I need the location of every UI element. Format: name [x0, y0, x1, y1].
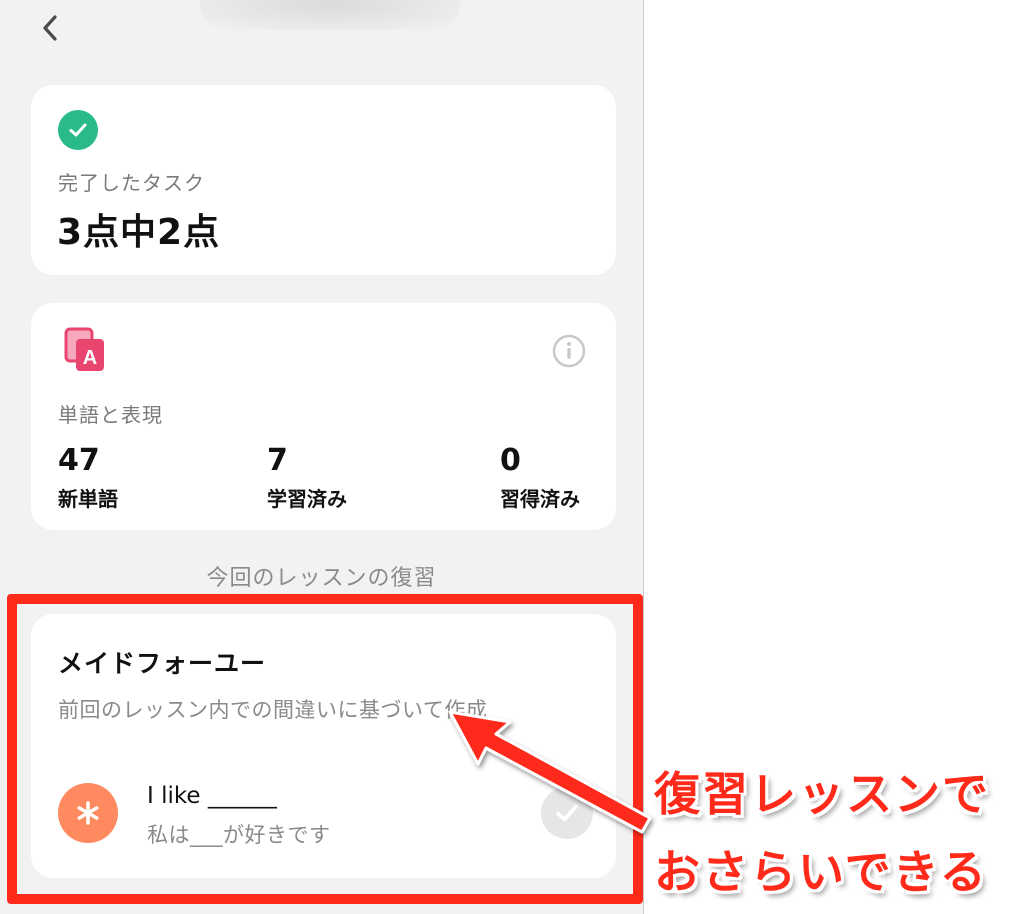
- stat-new-words: 47 新単語: [58, 441, 118, 512]
- vocabulary-label: 単語と表現: [58, 403, 163, 427]
- review-section-title: 今回のレッスンの復習: [206, 566, 437, 591]
- stat-value: 0: [500, 443, 521, 478]
- screenshot-stage: 完了したタスク 3点中2点 A 単語と表現 47 新単語 7 学習済み 0 習得…: [0, 0, 1024, 914]
- stat-mastered: 0 習得済み: [500, 441, 580, 512]
- svg-text:A: A: [83, 347, 97, 369]
- completed-tasks-count: 3点中2点: [57, 212, 221, 253]
- stat-label: 学習済み: [267, 487, 347, 511]
- check-circle-icon: [58, 110, 98, 150]
- annotation-line-2: おさらいできる: [654, 845, 988, 899]
- exercise-complete-button[interactable]: [541, 787, 593, 839]
- stat-label: 新単語: [58, 487, 118, 511]
- chevron-left-icon: [43, 15, 57, 41]
- stat-value: 7: [267, 443, 288, 478]
- annotation-line-1: 復習レッスンで: [654, 767, 990, 821]
- completed-tasks-card: 完了したタスク 3点中2点: [31, 85, 616, 275]
- made-for-you-title: メイドフォーユー: [58, 649, 267, 678]
- made-for-you-subtitle: 前回のレッスン内での間違いに基づいて作成: [58, 698, 488, 722]
- completed-tasks-label: 完了したタスク: [58, 171, 205, 195]
- vocabulary-card: A 単語と表現 47 新単語 7 学習済み 0 習得済み: [31, 303, 616, 530]
- app-screen: 完了したタスク 3点中2点 A 単語と表現 47 新単語 7 学習済み 0 習得…: [0, 0, 644, 914]
- back-button[interactable]: [30, 8, 70, 48]
- made-for-you-card[interactable]: メイドフォーユー 前回のレッスン内での間違いに基づいて作成 I like ___…: [31, 614, 616, 878]
- exercise-japanese: 私は___が好きです: [147, 823, 331, 847]
- stat-value: 47: [58, 443, 100, 478]
- exercise-english: I like ______: [147, 783, 277, 809]
- header-blur: [200, 0, 460, 30]
- check-icon: [556, 804, 578, 822]
- exercise-item[interactable]: I like ______ 私は___が好きです: [58, 779, 593, 849]
- stat-learned: 7 学習済み: [267, 441, 347, 512]
- info-icon[interactable]: [551, 333, 587, 369]
- asterisk-icon: [58, 783, 118, 843]
- vocabulary-cards-icon: A: [64, 327, 104, 371]
- stat-label: 習得済み: [500, 487, 580, 511]
